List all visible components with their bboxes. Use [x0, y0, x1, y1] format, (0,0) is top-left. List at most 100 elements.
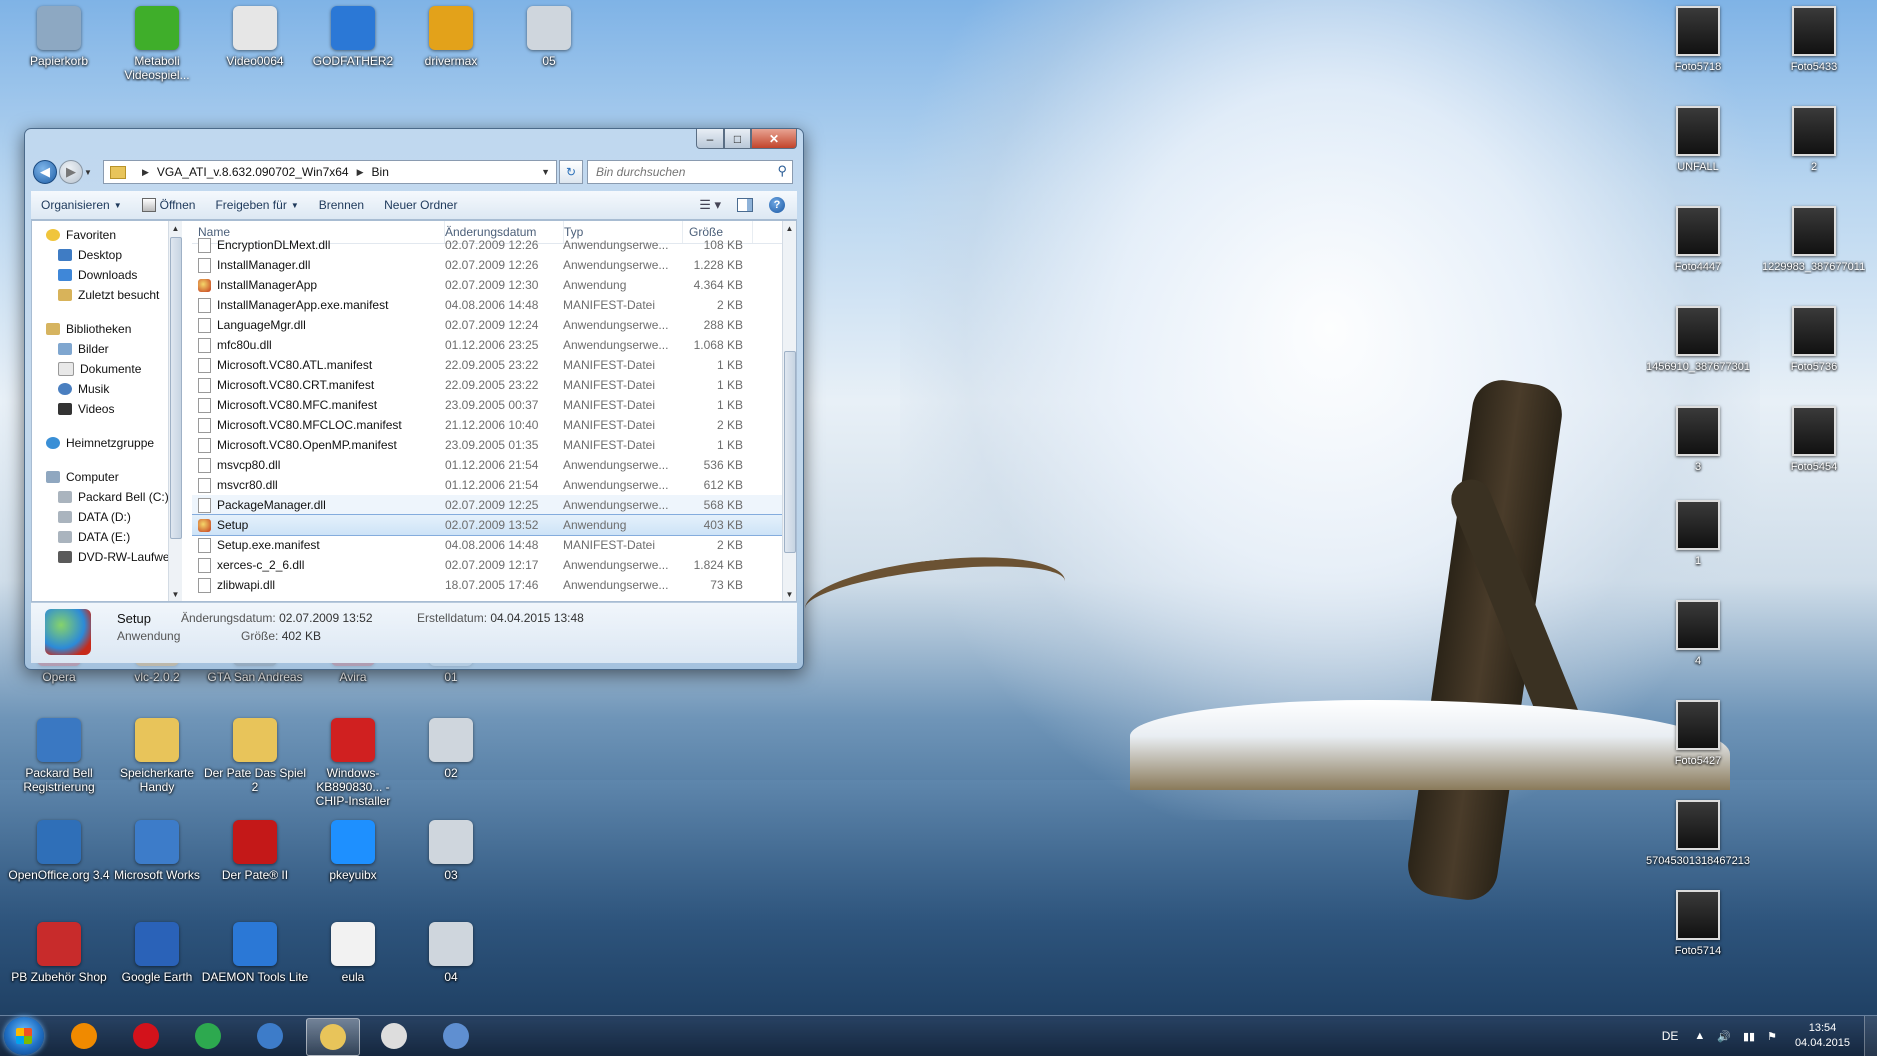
scroll-thumb[interactable] — [784, 351, 796, 553]
file-row[interactable]: LanguageMgr.dll 02.07.2009 12:24 Anwendung… — [192, 315, 783, 335]
file-row[interactable]: zlibwapi.dll 18.07.2005 17:46 Anwendungser… — [192, 575, 783, 595]
desktop-icon-item[interactable]: Microsoft Works — [103, 820, 211, 882]
scroll-down-icon[interactable]: ▼ — [783, 587, 796, 601]
network-icon[interactable]: ▮▮ — [1743, 1030, 1755, 1043]
desktop-icon-item[interactable]: OpenOffice.org 3.4 — [5, 820, 113, 882]
desktop-photo-icon[interactable]: 4 — [1646, 600, 1750, 668]
nav-recent[interactable]: Zuletzt besucht — [32, 285, 180, 305]
file-row[interactable]: InstallManagerApp.exe.manifest 04.08.2006… — [192, 295, 783, 315]
desktop-icon-item[interactable]: GODFATHER2 — [299, 6, 407, 68]
desktop-icon-item[interactable]: Papierkorb — [5, 6, 113, 68]
taskbar-button-explorer[interactable] — [306, 1018, 360, 1056]
desktop-icon-item[interactable]: 05 — [495, 6, 603, 68]
nav-desktop[interactable]: Desktop — [32, 245, 180, 265]
scroll-down-icon[interactable]: ▼ — [169, 587, 182, 601]
taskbar-button-control-panel[interactable] — [430, 1018, 482, 1054]
show-hidden-icons-icon[interactable]: ▲ — [1694, 1030, 1705, 1042]
desktop-photo-icon[interactable]: 57045301318467213 82 — [1646, 800, 1750, 868]
desktop-photo-icon[interactable]: Foto5427 — [1646, 700, 1750, 768]
desktop-icon-item[interactable]: PB Zubehör Shop — [5, 922, 113, 984]
nav-drive-c[interactable]: Packard Bell (C:) — [32, 487, 180, 507]
volume-icon[interactable]: 🔊 — [1717, 1030, 1731, 1043]
nav-downloads[interactable]: Downloads — [32, 265, 180, 285]
forward-button[interactable]: ▶ — [59, 160, 83, 184]
scroll-thumb[interactable] — [170, 237, 182, 539]
desktop-icon-item[interactable]: 02 — [397, 718, 505, 780]
close-button[interactable]: ✕ — [751, 129, 797, 149]
desktop-photo-icon[interactable]: 1229983_387677011... — [1762, 206, 1866, 274]
desktop-photo-icon[interactable]: Foto5454 — [1762, 406, 1866, 474]
taskbar-button-media-player[interactable] — [58, 1018, 110, 1054]
file-row[interactable]: msvcr80.dll 01.12.2006 21:54 Anwendungserw… — [192, 475, 783, 495]
desktop-icon-item[interactable]: 04 — [397, 922, 505, 984]
file-row[interactable]: InstallManager.dll 02.07.2009 12:26 Anwend… — [192, 255, 783, 275]
search-box[interactable]: ⚲ — [587, 160, 793, 184]
share-with-button[interactable]: Freigeben für ▼ — [205, 191, 308, 219]
search-icon[interactable]: ⚲ — [777, 163, 787, 179]
burn-button[interactable]: Brennen — [309, 191, 374, 219]
desktop-photo-icon[interactable]: 1456910_387677301... — [1646, 306, 1750, 374]
file-row[interactable]: mfc80u.dll 01.12.2006 23:25 Anwendungserwe… — [192, 335, 783, 355]
nav-music[interactable]: Musik — [32, 379, 180, 399]
start-button[interactable] — [4, 1017, 44, 1055]
breadcrumb-separator[interactable]: ▶ — [357, 167, 364, 178]
nav-favorites[interactable]: Favoriten — [32, 225, 180, 245]
nav-pictures[interactable]: Bilder — [32, 339, 180, 359]
new-folder-button[interactable]: Neuer Ordner — [374, 191, 467, 219]
file-row[interactable]: Microsoft.VC80.OpenMP.manifest 23.09.2005… — [192, 435, 783, 455]
breadcrumb-segment[interactable]: Bin — [372, 165, 389, 179]
desktop-photo-icon[interactable]: 3 — [1646, 406, 1750, 474]
taskbar-button-chrome[interactable] — [182, 1018, 234, 1054]
show-desktop-button[interactable] — [1864, 1016, 1877, 1056]
file-row[interactable]: Microsoft.VC80.MFCLOC.manifest 21.12.2006… — [192, 415, 783, 435]
minimize-button[interactable]: – — [696, 129, 724, 149]
address-dropdown-icon[interactable]: ▼ — [541, 167, 550, 177]
desktop-icon-item[interactable]: pkeyuibx — [299, 820, 407, 882]
file-row[interactable]: Microsoft.VC80.ATL.manifest 22.09.2005 23… — [192, 355, 783, 375]
file-row[interactable]: Microsoft.VC80.CRT.manifest 22.09.2005 23… — [192, 375, 783, 395]
file-row[interactable]: InstallManagerApp 02.07.2009 12:30 Anwendu… — [192, 275, 783, 295]
desktop-icon-item[interactable]: Packard Bell Registrierung — [5, 718, 113, 794]
maximize-button[interactable]: □ — [724, 129, 751, 149]
nav-libraries[interactable]: Bibliotheken — [32, 319, 180, 339]
file-row[interactable]: Setup 02.07.2009 13:52 Anwendung 403 KB — [192, 514, 783, 536]
file-row[interactable]: EncryptionDLMext.dll 02.07.2009 12:26 Anwe… — [192, 235, 783, 255]
desktop-photo-icon[interactable]: Foto4447 — [1646, 206, 1750, 274]
desktop-icon-item[interactable]: Metaboli Videospiel... — [103, 6, 211, 82]
explorer-window[interactable]: – □ ✕ ◀ ▶ ▼ ▶ VGA_ATI_v.8.632.090702_Win… — [24, 128, 804, 670]
taskbar-button-ms-works[interactable] — [244, 1018, 296, 1054]
desktop-icon-item[interactable]: Google Earth — [103, 922, 211, 984]
open-button[interactable]: Öffnen — [132, 191, 206, 219]
desktop-icon-item[interactable]: Video0064 — [201, 6, 309, 68]
desktop-icon-item[interactable]: Der Pate Das Spiel 2 — [201, 718, 309, 794]
desktop-icon-item[interactable]: eula — [299, 922, 407, 984]
back-button[interactable]: ◀ — [33, 160, 57, 184]
nav-computer[interactable]: Computer — [32, 467, 180, 487]
desktop-photo-icon[interactable]: Foto5714 — [1646, 890, 1750, 958]
nav-drive-d[interactable]: DATA (D:) — [32, 507, 180, 527]
search-input[interactable] — [594, 161, 768, 183]
scroll-up-icon[interactable]: ▲ — [169, 221, 182, 235]
desktop-photo-icon[interactable]: Foto5433 — [1762, 6, 1866, 74]
desktop-icon-item[interactable]: 03 — [397, 820, 505, 882]
scroll-up-icon[interactable]: ▲ — [783, 221, 796, 235]
taskbar-button-unknown-app[interactable] — [368, 1018, 420, 1054]
nav-dvd-drive[interactable]: DVD-RW-Laufwe — [32, 547, 180, 567]
breadcrumb-segment[interactable]: VGA_ATI_v.8.632.090702_Win7x64 — [157, 165, 349, 179]
breadcrumb-separator[interactable]: ▶ — [142, 167, 149, 178]
clock[interactable]: 13:54 04.04.2015 — [1795, 1021, 1850, 1051]
action-center-icon[interactable]: ⚑ — [1767, 1030, 1777, 1043]
file-row[interactable]: Microsoft.VC80.MFC.manifest 23.09.2005 00… — [192, 395, 783, 415]
recent-pages-dropdown[interactable]: ▼ — [83, 167, 93, 177]
refresh-button[interactable]: ↻ — [559, 160, 583, 184]
desktop-icon-item[interactable]: Der Pate® II — [201, 820, 309, 882]
file-row[interactable]: xerces-c_2_6.dll 02.07.2009 12:17 Anwendun… — [192, 555, 783, 575]
nav-documents[interactable]: Dokumente — [32, 359, 180, 379]
language-indicator[interactable]: DE — [1662, 1029, 1679, 1043]
nav-homegroup[interactable]: Heimnetzgruppe — [32, 433, 180, 453]
desktop-photo-icon[interactable]: Foto5736 — [1762, 306, 1866, 374]
change-view-icon[interactable]: ☰ ▾ — [699, 197, 721, 213]
file-row[interactable]: Setup.exe.manifest 04.08.2006 14:48 MANIFE… — [192, 535, 783, 555]
taskbar-button-opera[interactable] — [120, 1018, 172, 1054]
nav-videos[interactable]: Videos — [32, 399, 180, 419]
